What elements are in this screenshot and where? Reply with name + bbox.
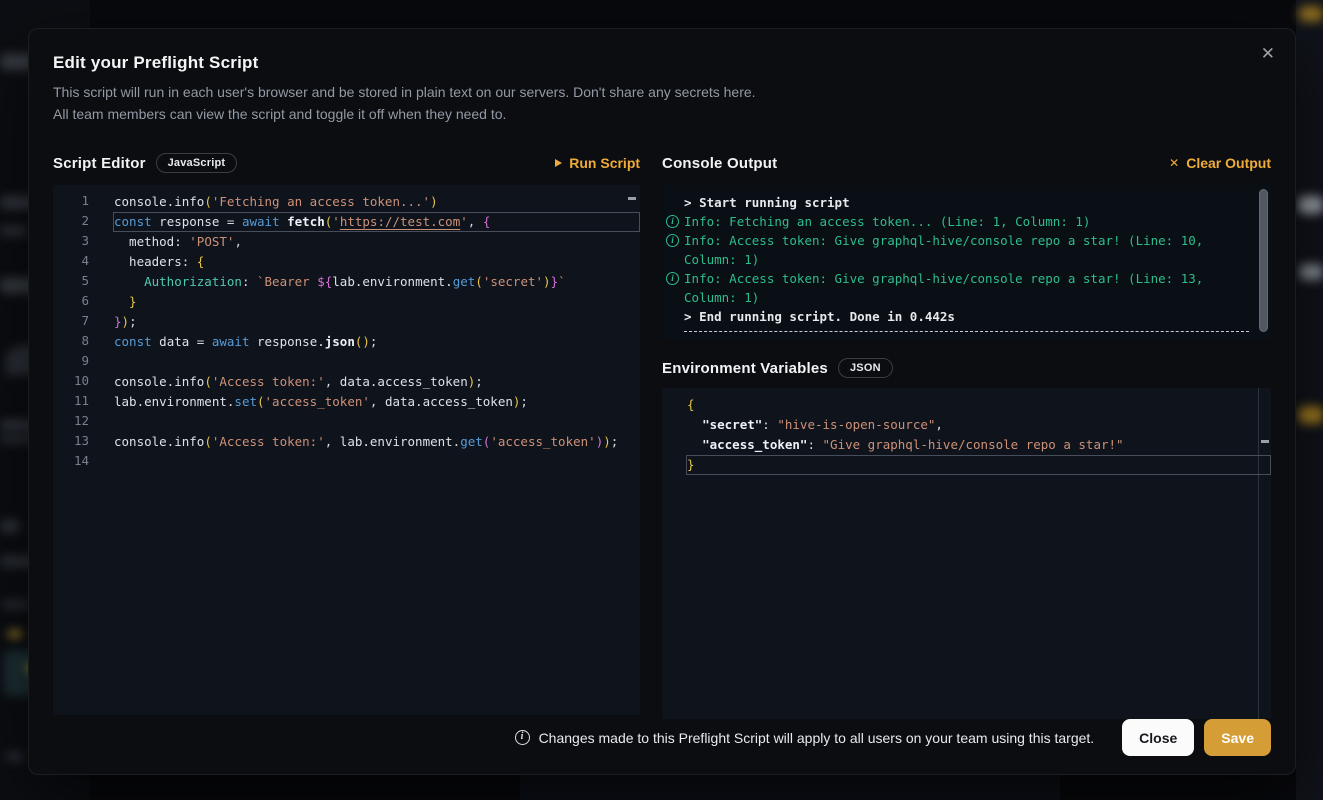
code-line: 12 <box>53 412 640 432</box>
info-icon: i <box>515 730 530 745</box>
blurred-background-element <box>1298 406 1323 424</box>
blurred-background-element <box>8 630 22 638</box>
code-line: 1console.info('Fetching an access token.… <box>53 192 640 212</box>
blurred-background-element <box>2 600 30 609</box>
blurred-background-element <box>1296 0 1323 800</box>
footer-notice: i Changes made to this Preflight Script … <box>515 730 1095 746</box>
console-entry-text: > Start running script <box>684 195 850 210</box>
json-badge: JSON <box>838 358 893 378</box>
line-number: 2 <box>53 212 89 232</box>
console-entry: i Info: Access token: Give graphql-hive/c… <box>666 231 1249 269</box>
blurred-background-element <box>0 520 20 532</box>
console-entry: > Start running script <box>666 193 1249 212</box>
console-separator <box>684 331 1249 332</box>
code-line: 5 Authorization: `Bearer ${lab.environme… <box>53 272 640 292</box>
script-editor-column: Script Editor JavaScript Run Script 1con… <box>53 149 640 719</box>
code-line: "access_token": "Give graphql-hive/conso… <box>662 435 1271 455</box>
clear-output-button[interactable]: ✕ Clear Output <box>1169 155 1271 171</box>
console-scrollbar[interactable] <box>1259 189 1268 332</box>
close-icon[interactable]: ✕ <box>1261 45 1275 62</box>
play-icon <box>555 159 562 167</box>
line-number: 8 <box>53 332 89 352</box>
close-button[interactable]: Close <box>1122 719 1194 756</box>
console-entry: > End running script. Done in 0.442s <box>666 307 1249 326</box>
blurred-background-element <box>6 752 24 761</box>
line-number: 5 <box>53 272 89 292</box>
line-number: 7 <box>53 312 89 332</box>
modal-title: Edit your Preflight Script <box>53 53 1271 73</box>
code-line: } <box>662 455 1271 475</box>
code-line: 3 method: 'POST', <box>53 232 640 252</box>
code-line: 13console.info('Access token:', lab.envi… <box>53 432 640 452</box>
console-entry-text: Info: Fetching an access token... (Line:… <box>684 214 1090 229</box>
code-line: 11lab.environment.set('access_token', da… <box>53 392 640 412</box>
modal-footer: i Changes made to this Preflight Script … <box>53 719 1271 756</box>
modal-description: This script will run in each user's brow… <box>53 81 1271 125</box>
info-icon: i <box>666 272 679 285</box>
clear-output-label: Clear Output <box>1186 155 1271 171</box>
console-output-panel[interactable]: > Start running script i Info: Fetching an… <box>662 185 1271 340</box>
line-number: 13 <box>53 432 89 452</box>
save-button[interactable]: Save <box>1204 719 1271 756</box>
code-line: 14 <box>53 452 640 472</box>
environment-variables-title: Environment Variables <box>662 360 828 377</box>
clear-icon: ✕ <box>1169 156 1179 170</box>
code-line: 9 <box>53 352 640 372</box>
code-line: 7}); <box>53 312 640 332</box>
blurred-background-element <box>1298 196 1323 214</box>
console-entry: i Info: Access token: Give graphql-hive/c… <box>666 269 1249 307</box>
console-entry-text: > End running script. Done in 0.442s <box>684 309 955 324</box>
line-number: 14 <box>53 452 89 472</box>
environment-variables-editor[interactable]: { "secret": "hive-is-open-source", "acce… <box>662 388 1271 719</box>
code-line: 10console.info('Access token:', data.acc… <box>53 372 640 392</box>
line-number: 10 <box>53 372 89 392</box>
line-number: 6 <box>53 292 89 312</box>
console-entry: i Info: Fetching an access token... (Line… <box>666 212 1249 231</box>
line-number: 1 <box>53 192 89 212</box>
line-number: 9 <box>53 352 89 372</box>
modal-description-line2: All team members can view the script and… <box>53 103 1271 125</box>
code-line: { <box>662 395 1271 415</box>
console-column: Console Output ✕ Clear Output > Start ru… <box>662 149 1271 719</box>
run-script-button[interactable]: Run Script <box>555 155 640 171</box>
code-line: 8const data = await response.json(); <box>53 332 640 352</box>
script-code-editor[interactable]: 1console.info('Fetching an access token.… <box>53 185 640 715</box>
blurred-background-element <box>1299 264 1323 280</box>
console-entry-text: Info: Access token: Give graphql-hive/co… <box>684 233 1211 267</box>
modal-description-line1: This script will run in each user's brow… <box>53 81 1271 103</box>
script-editor-title: Script Editor <box>53 155 146 172</box>
blurred-background-element <box>0 226 28 236</box>
line-number: 12 <box>53 412 89 432</box>
code-line: 4 headers: { <box>53 252 640 272</box>
footer-notice-text: Changes made to this Preflight Script wi… <box>539 730 1095 746</box>
console-entry-text: Info: Access token: Give graphql-hive/co… <box>684 271 1211 305</box>
console-output-title: Console Output <box>662 155 777 172</box>
blurred-background-element <box>1299 6 1323 22</box>
javascript-badge: JavaScript <box>156 153 238 173</box>
line-number: 3 <box>53 232 89 252</box>
line-number: 4 <box>53 252 89 272</box>
run-script-label: Run Script <box>569 155 640 171</box>
info-icon: i <box>666 234 679 247</box>
info-icon: i <box>666 215 679 228</box>
code-line: 6 } <box>53 292 640 312</box>
line-number: 11 <box>53 392 89 412</box>
preflight-script-modal: ✕ Edit your Preflight Script This script… <box>28 28 1296 775</box>
code-line: 2const response = await fetch('https://t… <box>53 212 640 232</box>
code-line: "secret": "hive-is-open-source", <box>662 415 1271 435</box>
